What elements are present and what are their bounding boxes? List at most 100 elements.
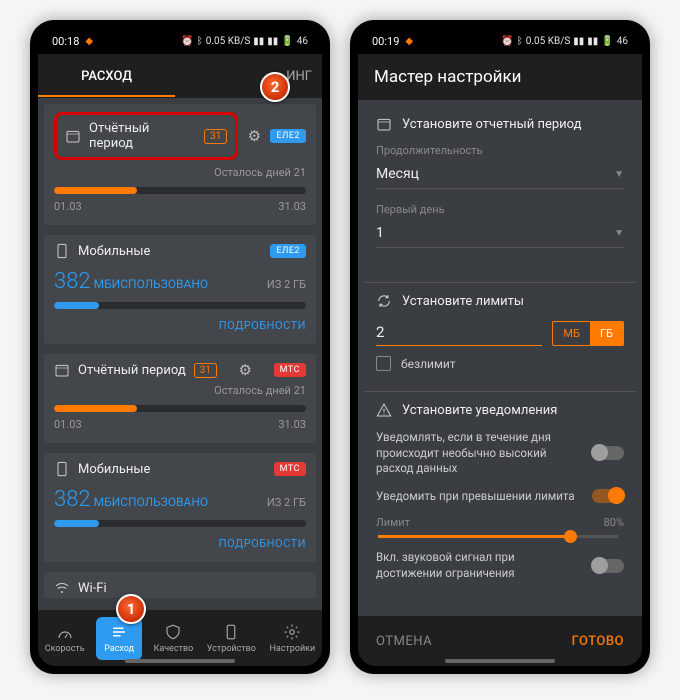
warning-icon [376, 402, 392, 418]
nav-device[interactable]: Устройство [205, 619, 258, 658]
used-label: МБИСПОЛЬЗОВАНО [94, 495, 209, 509]
mobile-icon [54, 461, 70, 477]
battery-icon: 🔋 [601, 36, 613, 47]
app-statusbar-icon: ◆ [405, 36, 413, 47]
app-statusbar-icon: ◆ [85, 36, 93, 47]
first-day-label: Первый день [376, 203, 624, 216]
operator-chip: МТС [274, 363, 306, 377]
limit-slider-label: Лимит [376, 516, 410, 529]
section-heading: Установите лимиты [402, 294, 524, 309]
first-day-select[interactable]: 1 ▼ [376, 220, 624, 248]
gear-dashed-icon[interactable]: ⚙ [237, 362, 253, 378]
net-speed: 0.05 KB/S [526, 36, 571, 47]
tab-usage[interactable]: РАСХОД [38, 56, 175, 97]
tab-roaming-partial[interactable]: ИНГ [175, 56, 322, 97]
signal-icon: ▮▮ [253, 36, 264, 47]
report-badge: 31 [204, 129, 227, 144]
top-tabs: РАСХОД ИНГ 2 [38, 54, 322, 98]
used-amount: 382 [54, 269, 91, 294]
nav-speed[interactable]: Скорость [43, 619, 87, 658]
home-indicator[interactable] [445, 659, 555, 663]
operator-chip: ЕЛЕ2 [270, 129, 306, 143]
start-date: 01.03 [54, 418, 82, 431]
details-link[interactable]: ПОДРОБНОСТИ [54, 537, 306, 550]
section-report-period: Установите отчетный период Продолжительн… [364, 106, 636, 272]
report-card-mts: Отчётный период 31 ⚙ МТС Осталось дней 2… [44, 354, 316, 443]
limit-slider-pct: 80% [604, 516, 624, 529]
report-period-label: Отчётный период [78, 363, 186, 378]
toggle-sound[interactable] [592, 559, 624, 573]
limit-slider[interactable] [378, 535, 618, 538]
days-left: Осталось дней 21 [54, 166, 306, 179]
operator-chip: ЕЛЕ2 [270, 244, 306, 258]
wifi-icon [54, 580, 70, 596]
refresh-icon [376, 293, 392, 309]
alarm-icon: ⏰ [501, 36, 513, 47]
nav-device-label: Устройство [207, 644, 256, 654]
battery-pct: 46 [617, 36, 628, 47]
done-button[interactable]: ГОТОВО [572, 634, 624, 649]
mobile-icon [54, 243, 70, 259]
checkbox-icon[interactable] [376, 356, 391, 371]
annotation-2: 2 [260, 72, 290, 102]
used-amount: 382 [54, 487, 91, 512]
toggle-unusual[interactable] [592, 446, 624, 460]
clock: 00:18 [52, 35, 79, 48]
end-date: 31.03 [278, 418, 306, 431]
signal-icon-2: ▮▮ [587, 36, 598, 47]
calendar-icon [376, 116, 392, 132]
phone-left: 00:18 ◆ ⏰ ᛒ 0.05 KB/S ▮▮ ▮▮ 🔋 46 РАСХОД … [30, 20, 330, 674]
period-progress [54, 405, 306, 412]
signal-icon-2: ▮▮ [267, 36, 278, 47]
nav-quality[interactable]: Качество [152, 619, 196, 658]
gear-dashed-icon[interactable]: ⚙ [246, 128, 262, 144]
usage-progress [54, 520, 306, 527]
section-notifications: Установите уведомления Уведомлять, если … [364, 391, 636, 603]
unlimited-label: безлимит [401, 357, 456, 371]
bluetooth-icon: ᛒ [197, 36, 203, 47]
section-limits: Установите лимиты 2 МБ ГБ безлимит [364, 282, 636, 381]
unit-gb[interactable]: ГБ [590, 322, 623, 345]
alarm-icon: ⏰ [181, 36, 193, 47]
wifi-title: Wi-Fi [78, 581, 107, 596]
operator-chip: МТС [274, 462, 306, 476]
notif-sound-label: Вкл. звуковой сигнал при достижении огра… [376, 550, 580, 581]
duration-select[interactable]: Месяц ▼ [376, 161, 624, 189]
report-period-label: Отчётный период [89, 121, 196, 151]
unit-segment[interactable]: МБ ГБ [552, 321, 624, 346]
mobile-title: Мобильные [78, 244, 150, 259]
main-content: Отчётный период 31 ⚙ ЕЛЕ2 Осталось дней … [38, 98, 322, 610]
report-badge: 31 [194, 363, 217, 378]
status-bar: 00:19 ◆ ⏰ ᛒ 0.05 KB/S ▮▮ ▮▮ 🔋 46 [358, 28, 642, 54]
duration-value: Месяц [376, 166, 419, 182]
chevron-down-icon: ▼ [614, 228, 624, 239]
bottom-nav: Скорость Расход Качество Устройство Наст… [38, 610, 322, 666]
bluetooth-icon: ᛒ [517, 36, 523, 47]
total-label: ИЗ 2 ГБ [267, 278, 306, 291]
used-label: МБИСПОЛЬЗОВАНО [94, 277, 209, 291]
nav-settings[interactable]: Настройки [267, 619, 317, 658]
cancel-button[interactable]: ОТМЕНА [376, 634, 432, 649]
mobile-card-mts: Мобильные МТС 382 МБИСПОЛЬЗОВАНО ИЗ 2 ГБ… [44, 453, 316, 562]
unit-mb[interactable]: МБ [553, 322, 590, 345]
unlimited-checkbox-row[interactable]: безлимит [376, 356, 624, 371]
limit-input[interactable]: 2 [376, 323, 542, 346]
annotation-1: 1 [116, 594, 146, 624]
duration-label: Продолжительность [376, 144, 624, 157]
calendar-icon [54, 362, 70, 378]
battery-icon: 🔋 [281, 36, 293, 47]
status-bar: 00:18 ◆ ⏰ ᛒ 0.05 KB/S ▮▮ ▮▮ 🔋 46 [38, 28, 322, 54]
end-date: 31.03 [278, 200, 306, 213]
nav-quality-label: Качество [154, 644, 194, 654]
clock: 00:19 [372, 35, 399, 48]
toggle-limit[interactable] [592, 489, 624, 503]
wizard-title: Мастер настройки [358, 54, 642, 100]
section-heading: Установите отчетный период [402, 117, 581, 132]
usage-progress [54, 302, 306, 309]
details-link[interactable]: ПОДРОБНОСТИ [54, 319, 306, 332]
report-card-ele2: Отчётный период 31 ⚙ ЕЛЕ2 Осталось дней … [44, 104, 316, 225]
signal-icon: ▮▮ [573, 36, 584, 47]
home-indicator[interactable] [125, 659, 235, 663]
report-period-button[interactable]: Отчётный период 31 [54, 112, 238, 160]
nav-speed-label: Скорость [45, 644, 85, 654]
